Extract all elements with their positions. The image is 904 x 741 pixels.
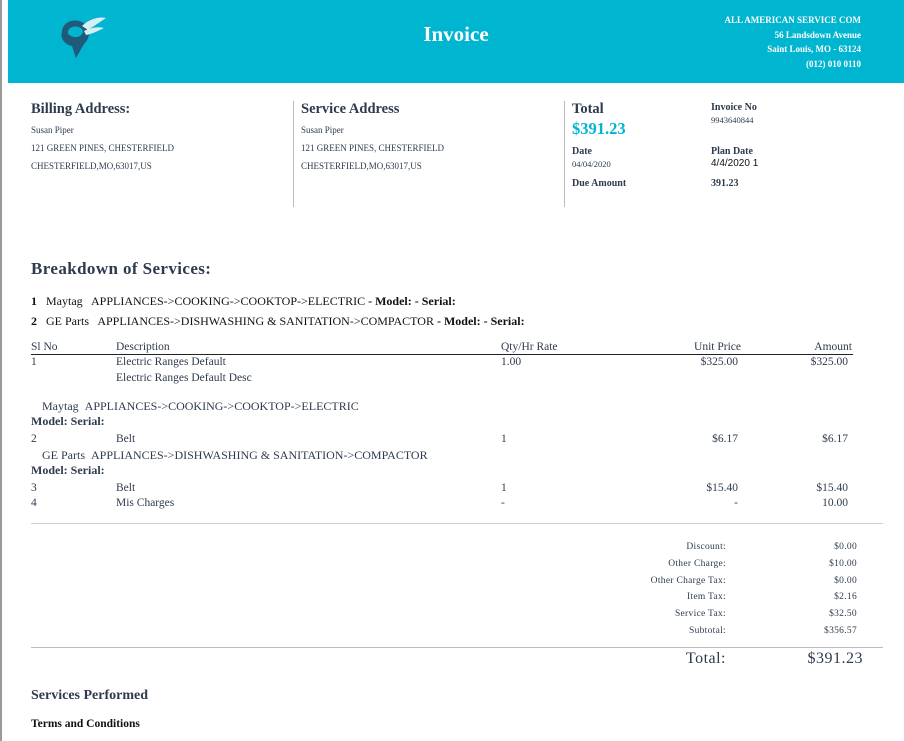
discount-label: Discount: bbox=[686, 542, 726, 552]
row1-description: Electric Ranges Default bbox=[116, 356, 226, 368]
row4-qty: - bbox=[501, 497, 505, 509]
entry-brand: Maytag bbox=[46, 294, 83, 308]
col-header-description: Description bbox=[116, 341, 170, 353]
row1-unit-price: $325.00 bbox=[700, 356, 738, 368]
header-rule bbox=[31, 354, 853, 355]
group-brand: Maytag bbox=[42, 399, 79, 413]
col-header-unit-price: Unit Price bbox=[694, 341, 741, 353]
col-header-amount: Amount bbox=[814, 341, 852, 353]
date-label: Date bbox=[572, 146, 592, 157]
row2-amount: $6.17 bbox=[822, 433, 848, 445]
row4-unit-price: - bbox=[734, 497, 738, 509]
company-city: Saint Louis, MO - 63124 bbox=[767, 44, 861, 54]
row4-description: Mis Charges bbox=[116, 497, 175, 509]
row2-sl: 2 bbox=[31, 433, 37, 445]
row3-sl: 3 bbox=[31, 482, 37, 494]
totals-rule bbox=[31, 647, 883, 648]
due-amount-label: Due Amount bbox=[572, 178, 627, 189]
grand-total-label: Total: bbox=[685, 650, 726, 667]
billing-heading: Billing Address: bbox=[31, 101, 131, 117]
company-street: 56 Landsdown Avenue bbox=[774, 29, 861, 40]
row1-amount: $325.00 bbox=[810, 356, 848, 368]
breakdown-heading: Breakdown of Services: bbox=[31, 259, 212, 278]
group-model-serial: Model: Serial: bbox=[31, 414, 105, 428]
entry-model-serial: - Model: - Serial: bbox=[436, 314, 525, 328]
row4-sl: 4 bbox=[31, 497, 37, 509]
discount-value: $0.00 bbox=[834, 542, 857, 552]
group-title: GE Parts APPLIANCES->DISHWASHING & SANIT… bbox=[42, 448, 428, 463]
subtotal-value: $356.57 bbox=[824, 626, 857, 636]
row3-description: Belt bbox=[116, 482, 136, 494]
other-charge-value: $10.00 bbox=[829, 559, 857, 569]
entry-path: APPLIANCES->DISHWASHING & SANITATION->CO… bbox=[97, 314, 434, 328]
service-line1: 121 GREEN PINES, CHESTERFIELD bbox=[301, 143, 445, 153]
services-performed-heading: Services Performed bbox=[31, 688, 148, 703]
row3-qty: 1 bbox=[501, 482, 507, 494]
other-charge-label: Other Charge: bbox=[668, 559, 726, 569]
entry-path: APPLIANCES->COOKING->COOKTOP->ELECTRIC bbox=[91, 294, 366, 308]
row4-amount: 10.00 bbox=[822, 497, 848, 509]
service-address-heading: Service Address bbox=[301, 101, 400, 117]
row1-sl: 1 bbox=[31, 356, 37, 368]
other-charge-tax-label: Other Charge Tax: bbox=[650, 576, 726, 586]
entry-model-serial: - Model: - Serial: bbox=[368, 294, 456, 308]
grand-total-value: $391.23 bbox=[807, 650, 863, 667]
row2-qty: 1 bbox=[501, 433, 507, 445]
divider bbox=[564, 101, 565, 207]
left-border bbox=[0, 0, 2, 741]
entry-number: 2 bbox=[31, 314, 37, 328]
date-value: 04/04/2020 bbox=[572, 159, 611, 169]
service-name: Susan Piper bbox=[301, 125, 344, 135]
subtotal-label: Subtotal: bbox=[688, 626, 726, 636]
row2-unit-price: $6.17 bbox=[712, 433, 738, 445]
group-title: Maytag APPLIANCES->COOKING->COOKTOP->ELE… bbox=[42, 399, 359, 414]
row3-unit-price: $15.40 bbox=[706, 482, 738, 494]
invoice-no-value: 9943640844 bbox=[711, 115, 754, 125]
group-path: APPLIANCES->COOKING->COOKTOP->ELECTRIC bbox=[84, 399, 359, 413]
table-bottom-rule bbox=[31, 523, 883, 524]
entry-brand: GE Parts bbox=[46, 314, 89, 328]
invoice-header: Invoice ALL AMERICAN SERVICE COM 56 Land… bbox=[8, 0, 904, 83]
item-tax-value: $2.16 bbox=[834, 592, 857, 602]
row1-description-detail: Electric Ranges Default Desc bbox=[116, 372, 252, 384]
col-header-qty: Qty/Hr Rate bbox=[501, 341, 558, 353]
other-charge-tax-value: $0.00 bbox=[834, 576, 857, 586]
billing-line2: CHESTERFIELD,MO,63017,US bbox=[31, 161, 152, 171]
entry-number: 1 bbox=[31, 294, 37, 308]
company-info: ALL AMERICAN SERVICE COM 56 Landsdown Av… bbox=[725, 13, 861, 71]
plan-date-label: Plan Date bbox=[711, 146, 753, 157]
terms-heading: Terms and Conditions bbox=[31, 718, 140, 730]
row3-amount: $15.40 bbox=[816, 482, 848, 494]
item-tax-label: Item Tax: bbox=[686, 592, 726, 602]
breakdown-entry: 2 GE Parts APPLIANCES->DISHWASHING & SAN… bbox=[31, 314, 525, 329]
group-brand: GE Parts bbox=[42, 448, 85, 462]
due-amount-value: 391.23 bbox=[711, 178, 739, 189]
row2-description: Belt bbox=[116, 433, 136, 445]
divider bbox=[293, 101, 294, 207]
group-path: APPLIANCES->DISHWASHING & SANITATION->CO… bbox=[91, 448, 428, 462]
row1-qty: 1.00 bbox=[501, 356, 522, 368]
billing-line1: 121 GREEN PINES, CHESTERFIELD bbox=[31, 143, 175, 153]
breakdown-entry: 1 Maytag APPLIANCES->COOKING->COOKTOP->E… bbox=[31, 294, 456, 309]
company-phone: (012) 010 0110 bbox=[806, 58, 861, 69]
plan-date-value: 4/4/2020 1 bbox=[711, 158, 759, 169]
service-line2: CHESTERFIELD,MO,63017,US bbox=[301, 161, 422, 171]
service-tax-label: Service Tax: bbox=[674, 609, 726, 619]
col-header-sl: Sl No bbox=[31, 341, 58, 353]
company-name: ALL AMERICAN SERVICE COM bbox=[724, 15, 861, 25]
group-model-serial: Model: Serial: bbox=[31, 463, 105, 477]
total-label: Total bbox=[572, 101, 604, 117]
billing-name: Susan Piper bbox=[31, 125, 74, 135]
service-tax-value: $32.50 bbox=[829, 609, 857, 619]
total-value: $391.23 bbox=[572, 119, 626, 138]
invoice-no-label: Invoice No bbox=[711, 102, 757, 113]
